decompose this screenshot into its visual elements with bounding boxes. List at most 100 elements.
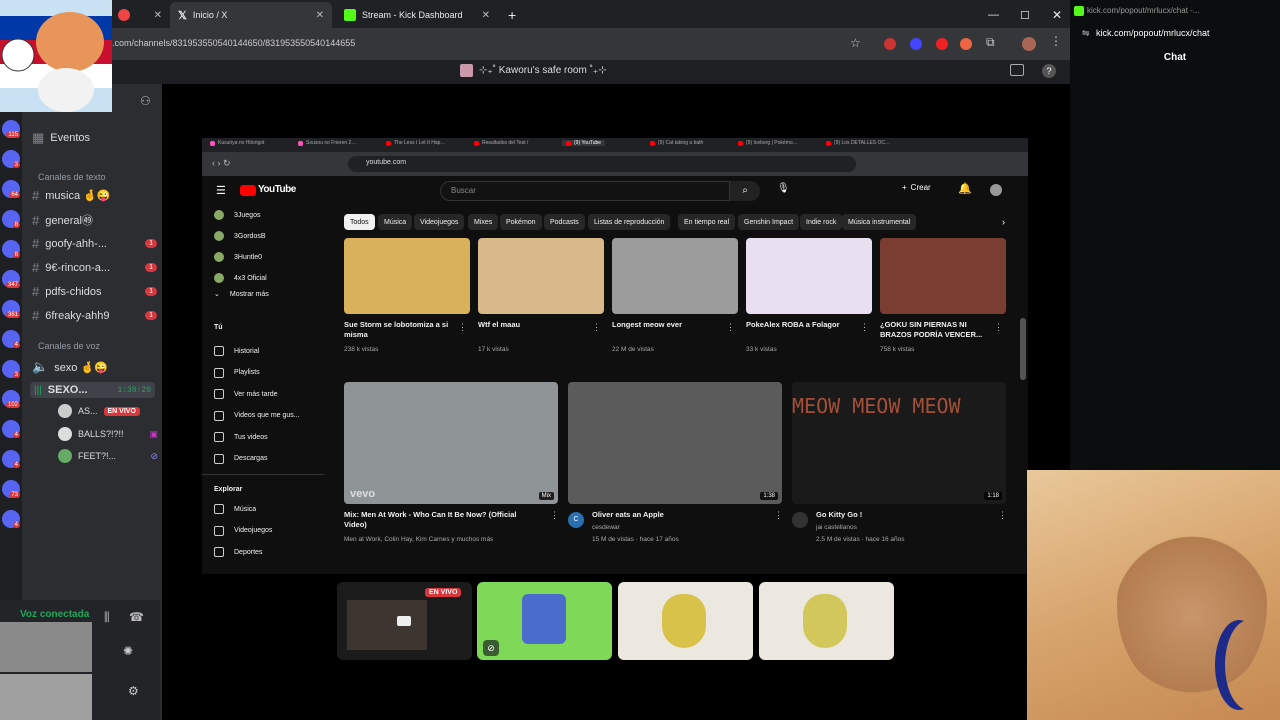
- video-channel[interactable]: Men at Work, Colin Hay, Kim Carnes y muc…: [344, 536, 493, 543]
- video-title[interactable]: Sue Storm se lobotomiza a si misma: [344, 320, 454, 340]
- chip-0[interactable]: Todos: [344, 214, 375, 230]
- video-thumbnail[interactable]: [880, 238, 1006, 314]
- you-heading[interactable]: Tú: [214, 324, 223, 331]
- yt-tab[interactable]: Kusuriya no Hitorigot: [210, 140, 264, 146]
- text-channel[interactable]: # musica 🤞😜: [32, 188, 157, 203]
- more-options-icon[interactable]: ⋮: [592, 322, 601, 333]
- more-options-icon[interactable]: ⋮: [550, 510, 559, 521]
- voice-channel-sexo[interactable]: 🔈 sexo 🤞😜: [32, 359, 157, 375]
- video-title[interactable]: Wtf el maau: [478, 320, 588, 330]
- server-icon[interactable]: 4: [2, 510, 20, 528]
- back-icon[interactable]: ‹ › ↻: [212, 158, 231, 169]
- yt-tab[interactable]: Sousou no Frieren 2…: [298, 140, 356, 146]
- close-icon[interactable]: ✕: [482, 10, 490, 21]
- extension-icon[interactable]: [936, 38, 948, 50]
- video-thumbnail[interactable]: 1:38: [568, 382, 782, 504]
- tab-x[interactable]: 𝕏 Inicio / X ✕: [170, 2, 332, 28]
- video-thumbnail[interactable]: 1:18 MEOW MEOW MEOW: [792, 382, 1006, 504]
- text-channel[interactable]: # pdfs-chidos 1: [32, 284, 157, 299]
- tile-user[interactable]: ⊘: [477, 582, 612, 660]
- server-icon[interactable]: 73: [2, 480, 20, 498]
- chip-8[interactable]: Genshin Impact: [738, 214, 800, 230]
- activity-icon[interactable]: ✺: [123, 644, 133, 658]
- inbox-icon[interactable]: [1010, 64, 1024, 76]
- extension-icon[interactable]: [884, 38, 896, 50]
- help-icon[interactable]: ?: [1042, 64, 1056, 78]
- more-options-icon[interactable]: ⋮: [458, 322, 467, 333]
- chip-3[interactable]: Mixes: [468, 214, 499, 230]
- maximize-button[interactable]: ☐: [1012, 2, 1038, 28]
- video-channel[interactable]: cesdewar: [592, 524, 620, 531]
- server-icon[interactable]: 115: [2, 120, 20, 138]
- server-icon[interactable]: 64: [2, 180, 20, 198]
- voice-user[interactable]: BALLS?!?!! ▣: [58, 427, 158, 441]
- sidebar-sub[interactable]: 3Juegos: [214, 210, 260, 220]
- sidebar-sub[interactable]: 3GordosB: [214, 231, 266, 241]
- youtube-logo-icon[interactable]: [240, 185, 256, 196]
- yt-tab[interactable]: (9) YouTube: [562, 140, 606, 146]
- server-icon[interactable]: 8: [2, 240, 20, 258]
- chip-2[interactable]: Videojuegos: [414, 214, 465, 230]
- chip-10[interactable]: Música instrumental: [842, 214, 917, 230]
- voice-user[interactable]: FEET?!... ⊘: [58, 449, 158, 463]
- text-category[interactable]: Canales de texto: [38, 172, 106, 182]
- voice-channel-active[interactable]: ||| SEXO... 1:38:20: [30, 382, 155, 398]
- server-icon[interactable]: 4: [2, 450, 20, 468]
- text-channel[interactable]: #6freaky-ahh9 1: [32, 308, 157, 323]
- search-button[interactable]: ⌕: [730, 181, 760, 201]
- server-icon[interactable]: 102: [2, 390, 20, 408]
- extension-icon[interactable]: [960, 38, 972, 50]
- server-icon[interactable]: 3: [2, 150, 20, 168]
- tab-kick[interactable]: Stream - Kick Dashboard ✕: [336, 2, 498, 28]
- video-title[interactable]: Go Kitty Go !: [816, 510, 996, 520]
- tile-user[interactable]: [759, 582, 894, 660]
- text-channel[interactable]: # general㊾: [32, 212, 157, 228]
- server-icon[interactable]: 4: [2, 420, 20, 438]
- yt-tab[interactable]: The Less I Let It Hap…: [386, 140, 445, 146]
- scrollbar[interactable]: [1020, 318, 1026, 380]
- menu-icon[interactable]: ⋮: [1050, 34, 1062, 48]
- video-title[interactable]: ¿GOKU SIN PIERNAS NI BRAZOS PODRÍA VENCE…: [880, 320, 990, 340]
- chip-7[interactable]: En tiempo real: [678, 214, 736, 230]
- tab-hidden[interactable]: ✕: [110, 2, 170, 28]
- profile-avatar[interactable]: [1022, 37, 1036, 51]
- tile-user[interactable]: [618, 582, 753, 660]
- hamburger-icon[interactable]: ☰: [216, 184, 226, 197]
- more-options-icon[interactable]: ⋮: [998, 510, 1007, 521]
- text-channel[interactable]: #9€-rincon-a... 1: [32, 260, 157, 275]
- sidebar-item[interactable]: Tus videos: [214, 432, 268, 442]
- add-member-icon[interactable]: ⚇: [140, 94, 151, 108]
- sidebar-item[interactable]: Playlists: [214, 367, 260, 378]
- video-channel[interactable]: jai castellanos: [816, 524, 857, 531]
- video-thumbnail[interactable]: [746, 238, 872, 314]
- text-channel[interactable]: # goofy-ahh-... 1: [32, 236, 157, 251]
- sidebar-item[interactable]: Videojuegos: [214, 525, 272, 536]
- video-title[interactable]: Mix: Men At Work - Who Can It Be Now? (O…: [344, 510, 524, 530]
- voice-user[interactable]: AS... EN VIVO: [58, 404, 158, 418]
- video-thumbnail[interactable]: [612, 238, 738, 314]
- video-thumbnail[interactable]: [478, 238, 604, 314]
- server-icon[interactable]: 4: [2, 330, 20, 348]
- chip-9[interactable]: Indie rock: [800, 214, 843, 230]
- video-title[interactable]: PokeAlex ROBA a Folagor: [746, 320, 856, 330]
- chip-1[interactable]: Música: [378, 214, 413, 230]
- more-options-icon[interactable]: ⋮: [726, 322, 735, 333]
- more-options-icon[interactable]: ⋮: [994, 322, 1003, 333]
- sidebar-item[interactable]: Música: [214, 504, 256, 514]
- chip-6[interactable]: Listas de reproducción: [588, 214, 671, 230]
- bell-icon[interactable]: 🔔: [958, 182, 972, 195]
- address-bar[interactable]: .com/channels/831953550540144650/8319535…: [0, 28, 1070, 60]
- server-icon[interactable]: 361: [2, 300, 20, 318]
- show-more[interactable]: ⌄ Mostrar más: [214, 290, 269, 299]
- video-thumbnail[interactable]: [344, 238, 470, 314]
- sidebar-item[interactable]: Deportes: [214, 547, 262, 557]
- signal-icon[interactable]: ⫼: [104, 610, 110, 625]
- tile-stream[interactable]: EN VIVO: [337, 582, 472, 660]
- server-icon[interactable]: 8: [2, 210, 20, 228]
- close-icon[interactable]: ✕: [316, 10, 324, 21]
- video-title[interactable]: Longest meow ever: [612, 320, 722, 330]
- create-button[interactable]: + Crear: [902, 183, 931, 192]
- video-thumbnail[interactable]: Mix vevo: [344, 382, 558, 504]
- sidebar-sub[interactable]: 3Huntle0: [214, 252, 262, 262]
- mic-icon[interactable]: 🎙: [777, 183, 790, 194]
